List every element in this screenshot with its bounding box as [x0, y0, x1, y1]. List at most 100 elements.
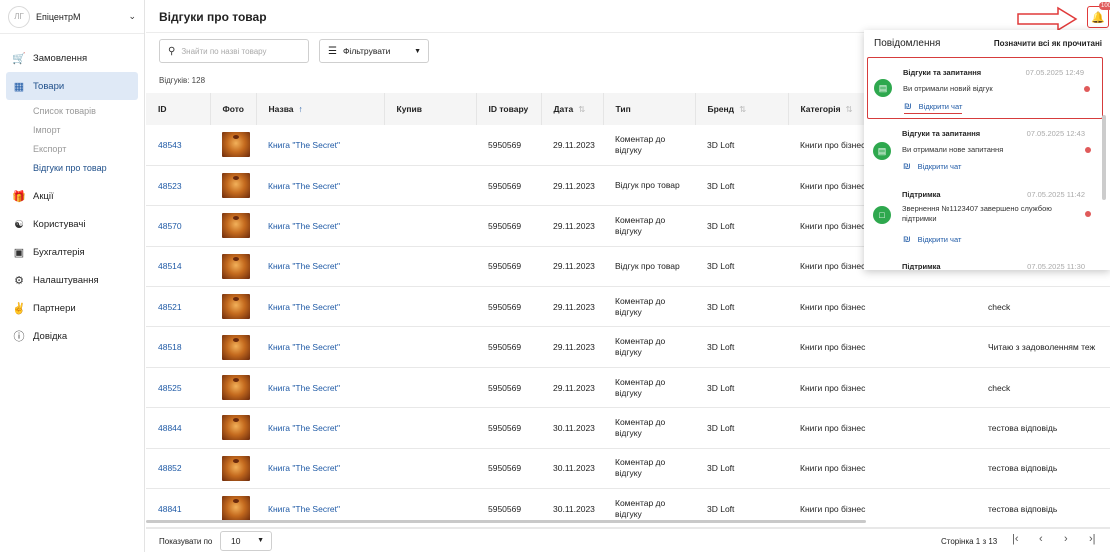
notifications-scrollbar[interactable] [1102, 115, 1106, 200]
review-id-link[interactable]: 48570 [146, 205, 210, 247]
company-switcher[interactable]: ЛГ ЕпіцентрМ ⌄ [0, 0, 144, 34]
sort-asc-icon[interactable]: ↑ [299, 104, 303, 114]
brand-cell: 3D Loft [695, 448, 788, 490]
notification-title: Відгуки та запитання [903, 68, 982, 77]
product-name-link[interactable]: Книга "The Secret" [256, 165, 384, 207]
chat-link-icon: ₪ [903, 234, 911, 244]
product-name-link[interactable]: Книга "The Secret" [256, 205, 384, 247]
review-id-link[interactable]: 48844 [146, 407, 210, 449]
open-chat-link[interactable]: ₪ Відкрити чат [903, 234, 961, 244]
column-header-name[interactable]: Назва ↑ [256, 93, 385, 125]
category-cell: Книги про бізнес [788, 448, 976, 490]
sidebar-item-promotions[interactable]: 🎁 Акції [6, 182, 138, 210]
column-header-id[interactable]: ID [146, 93, 211, 125]
sidebar-item-label: Партнери [33, 302, 76, 314]
brand-cell: 3D Loft [695, 165, 788, 207]
table-row[interactable]: 48844 Книга "The Secret" 5950569 30.11.2023… [146, 407, 1110, 449]
answer-cell: check [976, 286, 1110, 328]
support-chat-icon: □ [873, 206, 891, 224]
sort-icon[interactable]: ⇅ [846, 104, 853, 114]
table-row[interactable]: 48525 Книга "The Secret" 5950569 29.11.2023… [146, 367, 1110, 409]
date-cell: 29.11.2023 [541, 205, 603, 247]
sidebar-subitem-export[interactable]: Експорт [33, 140, 144, 159]
column-header-brand[interactable]: Бренд ⇅ [695, 93, 789, 125]
sort-icon[interactable]: ⇅ [739, 104, 746, 114]
sidebar-subitem-import[interactable]: Імпорт [33, 121, 144, 140]
notifications-header: Повідомлення Позначити всі як прочитані [864, 30, 1110, 56]
review-id-link[interactable]: 48523 [146, 165, 210, 207]
product-photo [210, 286, 256, 328]
product-name-link[interactable]: Книга "The Secret" [256, 326, 384, 368]
review-id-link[interactable]: 48543 [146, 125, 210, 166]
sidebar-item-label: Замовлення [33, 52, 88, 64]
notification-date: 07.05.2025 11:30 [1027, 262, 1085, 270]
bought-cell [384, 448, 476, 490]
horizontal-scrollbar[interactable] [146, 520, 866, 523]
product-id-cell: 5950569 [476, 165, 541, 207]
table-row[interactable]: 48852 Книга "The Secret" 5950569 30.11.2023… [146, 448, 1110, 490]
product-name-link[interactable]: Книга "The Secret" [256, 286, 384, 328]
search-input[interactable]: ⚲ Знайти по назві товару [159, 39, 309, 63]
sidebar-item-orders[interactable]: 🛒 Замовлення [6, 44, 138, 72]
sidebar-subitem-reviews[interactable]: Відгуки про товар [33, 159, 144, 178]
sidebar-item-partners[interactable]: ✌ Партнери [6, 294, 138, 322]
last-page-icon[interactable]: ›| [1089, 533, 1096, 545]
sidebar-nav: 🛒 Замовлення ▦ Товари Список товарів Імп… [0, 34, 144, 350]
product-name-link[interactable]: Книга "The Secret" [256, 246, 384, 288]
prev-page-icon[interactable]: ‹ [1039, 533, 1043, 545]
notification-body: Ви отримали новий відгук [903, 84, 993, 93]
per-page-select[interactable]: 10 ▼ [220, 531, 272, 551]
product-photo [210, 246, 256, 288]
review-id-link[interactable]: 48518 [146, 326, 210, 368]
review-id-link[interactable]: 48525 [146, 367, 210, 409]
mark-all-read-button[interactable]: Позначити всі як прочитані [994, 39, 1102, 48]
product-name-link[interactable]: Книга "The Secret" [256, 448, 384, 490]
sidebar-item-settings[interactable]: ⚙ Налаштування [6, 266, 138, 294]
sidebar-item-help[interactable]: ⓘ Довідка [6, 322, 138, 350]
notification-item[interactable]: Підтримка 07.05.2025 11:30 [867, 259, 1103, 270]
sidebar-item-products[interactable]: ▦ Товари [6, 72, 138, 100]
sidebar-subitem-product-list[interactable]: Список товарів [33, 102, 144, 121]
notifications-button[interactable]: 🔔 100 [1087, 2, 1110, 28]
sidebar-item-accounting[interactable]: ▣ Бухгалтерія [6, 238, 138, 266]
book-thumbnail-image [222, 334, 250, 360]
sidebar-item-users[interactable]: ☯ Користувачі [6, 210, 138, 238]
table-row[interactable]: 48518 Книга "The Secret" 5950569 29.11.2023… [146, 326, 1110, 368]
open-chat-link[interactable]: ₪ Відкрити чат [903, 161, 961, 171]
column-header-date[interactable]: Дата ⇅ [541, 93, 604, 125]
chevron-down-icon[interactable]: ⌄ [128, 11, 136, 22]
notification-item[interactable]: ▤ Відгуки та запитання 07.05.2025 12:49 … [867, 57, 1103, 119]
review-id-link[interactable]: 48514 [146, 246, 210, 288]
review-id-link[interactable]: 48521 [146, 286, 210, 328]
product-id-cell: 5950569 [476, 205, 541, 247]
product-name-link[interactable]: Книга "The Secret" [256, 125, 384, 166]
first-page-icon[interactable]: |‹ [1012, 533, 1019, 545]
date-cell: 29.11.2023 [541, 326, 603, 368]
promo-icon: 🎁 [12, 190, 26, 203]
arrow-pointer-icon [1017, 6, 1078, 32]
type-cell: Коментар до відгуку [603, 448, 695, 490]
review-id-link[interactable]: 48852 [146, 448, 210, 490]
book-thumbnail-image [222, 213, 250, 239]
date-cell: 29.11.2023 [541, 165, 603, 207]
notification-date: 07.05.2025 12:43 [1026, 129, 1085, 138]
table-row[interactable]: 48521 Книга "The Secret" 5950569 29.11.2023… [146, 286, 1110, 328]
book-thumbnail-image [222, 455, 250, 481]
notification-item[interactable]: □ Підтримка 07.05.2025 11:42 Звернення №… [867, 182, 1103, 256]
column-header-product-id: ID товару [476, 93, 542, 125]
sort-icon[interactable]: ⇅ [578, 104, 585, 114]
bell-icon: 🔔 [1091, 11, 1105, 24]
next-page-icon[interactable]: › [1064, 533, 1068, 545]
notification-item[interactable]: ▤ Відгуки та запитання 07.05.2025 12:43 … [867, 122, 1103, 178]
open-chat-link[interactable]: ₪ Відкрити чат [904, 101, 963, 114]
product-name-link[interactable]: Книга "The Secret" [256, 407, 384, 449]
product-name-link[interactable]: Книга "The Secret" [256, 367, 384, 409]
product-id-cell: 5950569 [476, 125, 541, 166]
caret-down-icon: ▼ [414, 47, 421, 55]
bought-cell [384, 367, 476, 409]
filter-dropdown[interactable]: ☰ Фільтрувати ▼ [319, 39, 429, 63]
help-icon: ⓘ [13, 331, 25, 343]
notification-body: Ви отримали нове запитання [902, 145, 1004, 154]
bought-cell [384, 326, 476, 368]
category-cell: Книги про бізнес [788, 407, 976, 449]
